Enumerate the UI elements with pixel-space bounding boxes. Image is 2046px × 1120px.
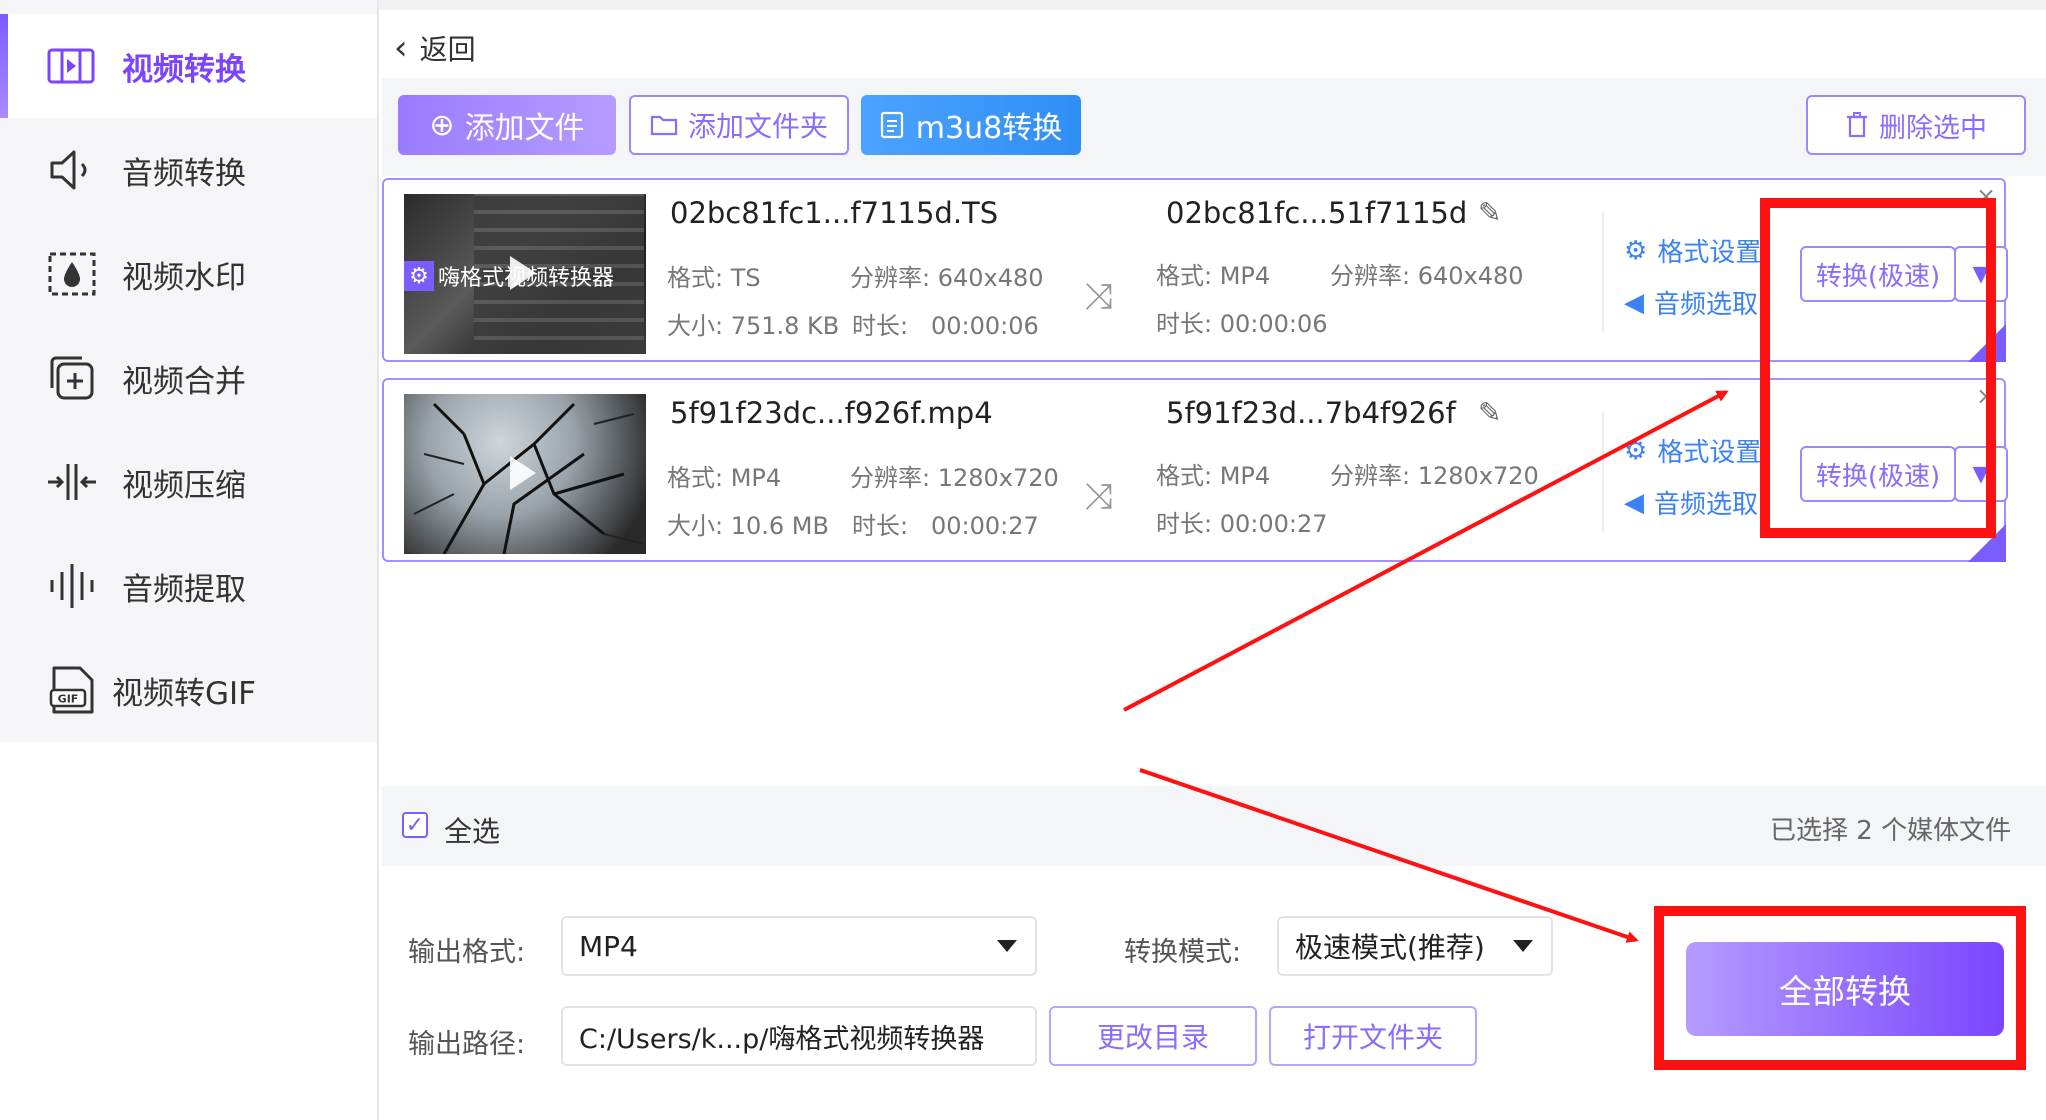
annotation-arrow-up [1123,390,1729,712]
annotation-arrow-down [1139,768,1639,943]
annotation-arrows [1123,390,1729,943]
